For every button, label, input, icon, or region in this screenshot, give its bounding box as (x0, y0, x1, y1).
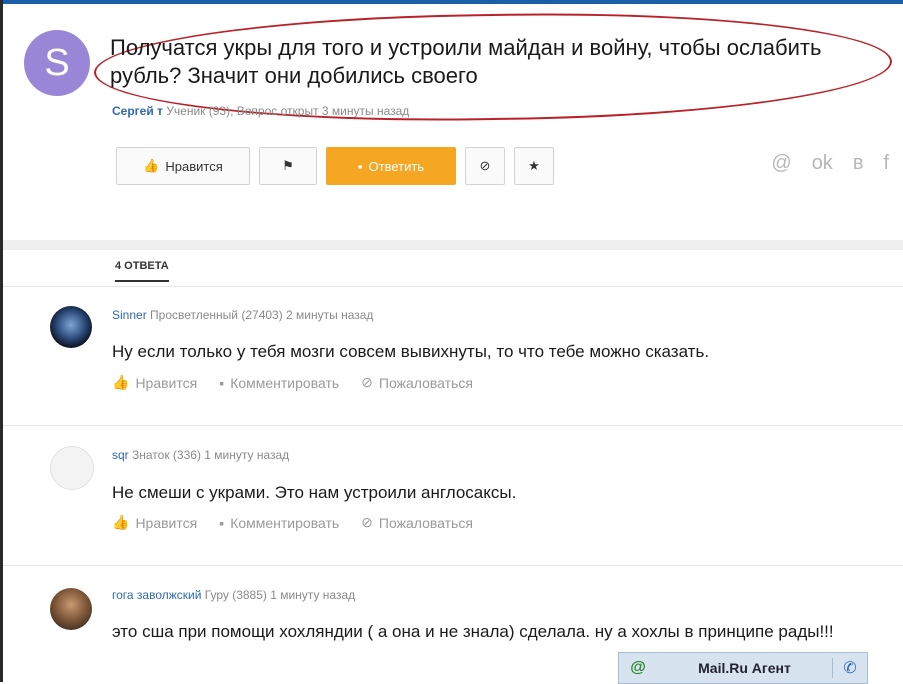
mail-share-icon[interactable]: @ (771, 152, 791, 175)
answer-report-button[interactable]: ⊘ Пожаловаться (361, 514, 473, 531)
block-button[interactable]: ⊘ (465, 147, 505, 185)
social-share: @ ok в f (771, 152, 889, 175)
phone-icon[interactable]: ✆ (832, 658, 867, 678)
answer-meta: Sinner Просветленный (27403) 2 минуты на… (112, 308, 373, 322)
left-edge (0, 0, 3, 682)
answer-text: Ну если только у тебя мозги совсем вывих… (112, 342, 710, 361)
question-avatar[interactable]: S (24, 30, 90, 96)
block-icon: ⊘ (479, 158, 491, 173)
question-author-name[interactable]: Сергей т (112, 104, 163, 118)
comment-icon: ▪ (219, 374, 225, 391)
ok-share-icon[interactable]: ok (812, 152, 833, 175)
favorite-button[interactable]: ★ (514, 147, 554, 185)
thumbs-up-icon: 👍 (112, 514, 130, 530)
answer-comment-button[interactable]: ▪ Комментировать (219, 374, 339, 391)
agent-at-icon: @ (630, 659, 646, 676)
answer-avatar[interactable] (50, 588, 92, 630)
star-icon: ★ (528, 158, 540, 173)
answer-report-label: Пожаловаться (378, 374, 473, 391)
reply-icon: ▪ (357, 158, 363, 174)
answer-comment-button[interactable]: ▪ Комментировать (219, 514, 339, 531)
answer-like-button[interactable]: 👍 Нравится (112, 514, 197, 531)
answer-meta: гога заволжский Гуру (3885) 1 минуту наз… (112, 588, 355, 602)
comment-icon: ▪ (219, 514, 225, 531)
answers-header: 4 ОТВЕТА (3, 250, 903, 287)
section-divider (3, 240, 903, 250)
report-icon: ⊘ (361, 514, 373, 530)
bookmark-button[interactable]: ⚑ (259, 147, 317, 185)
facebook-share-icon[interactable]: f (883, 152, 889, 175)
answer-label: Ответить (368, 158, 425, 174)
vk-share-icon[interactable]: в (853, 152, 864, 175)
answer-separator (3, 565, 903, 566)
answer-author-meta: Просветленный (27403) 2 минуты назад (150, 308, 374, 322)
bookmark-icon: ⚑ (282, 158, 294, 173)
question-author-meta: Ученик (93), Вопрос открыт 3 минуты наза… (166, 104, 410, 118)
question-toolbar: 👍 Нравится ⚑ ▪ Ответить ⊘ ★ (116, 147, 554, 185)
answer-button[interactable]: ▪ Ответить (326, 147, 456, 185)
answer-author-meta: Гуру (3885) 1 минуту назад (204, 588, 356, 602)
answer-author-name[interactable]: Sinner (112, 308, 147, 322)
like-label: Нравится (165, 158, 223, 174)
answers-count-tab[interactable]: 4 ОТВЕТА (115, 260, 169, 282)
like-button[interactable]: 👍 Нравится (116, 147, 250, 185)
answer-report-label: Пожаловаться (378, 514, 473, 531)
answer-text: Не смеши с украми. Это нам устроили англ… (112, 483, 517, 502)
answer-report-button[interactable]: ⊘ Пожаловаться (361, 374, 473, 391)
answer-author-name[interactable]: гога заволжский (112, 588, 201, 602)
answer-avatar[interactable] (50, 306, 92, 348)
answer-avatar[interactable] (50, 446, 94, 490)
answer-meta: sqr Знаток (336) 1 минуту назад (112, 448, 289, 462)
agent-title: Mail.Ru Агент (698, 660, 791, 676)
answer-comment-label: Комментировать (230, 514, 340, 531)
answer-actions: 👍 Нравится ▪ Комментировать ⊘ Пожаловаться (112, 514, 473, 531)
answer-author-meta: Знаток (336) 1 минуту назад (132, 448, 290, 462)
answer-author-name[interactable]: sqr (112, 448, 129, 462)
answer-comment-label: Комментировать (230, 374, 340, 391)
answer-like-button[interactable]: 👍 Нравится (112, 374, 197, 391)
answer-actions: 👍 Нравится ▪ Комментировать ⊘ Пожаловаться (112, 374, 473, 391)
answer-like-label: Нравится (135, 374, 198, 391)
answer-text: это сша при помощи хохляндии ( а она и н… (112, 622, 834, 641)
top-strip (0, 0, 903, 4)
answer-like-label: Нравится (135, 514, 198, 531)
answer-separator (3, 425, 903, 426)
question-text: Получатся укры для того и устроили майда… (110, 35, 822, 88)
report-icon: ⊘ (361, 374, 373, 390)
question-author-line: Сергей т Ученик (93), Вопрос открыт 3 ми… (112, 104, 409, 118)
mail-agent-bar[interactable]: @ Mail.Ru Агент ✆ (618, 652, 868, 684)
thumbs-up-icon: 👍 (143, 158, 160, 173)
thumbs-up-icon: 👍 (112, 374, 130, 390)
